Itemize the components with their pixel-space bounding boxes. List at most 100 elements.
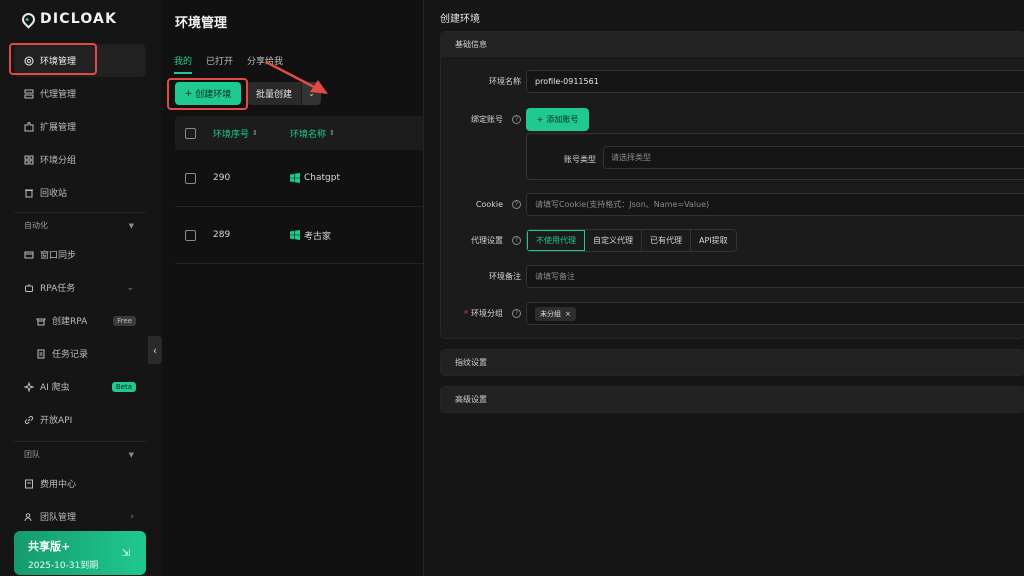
- env-name-input[interactable]: profile-0911561: [526, 70, 1024, 93]
- column-header-name[interactable]: 环境名称 ⇕: [290, 127, 335, 140]
- window-icon: [24, 250, 34, 260]
- field-label-text: 环境分组: [471, 309, 503, 318]
- chevron-left-icon: ‹: [152, 343, 158, 357]
- group-icon: [24, 155, 34, 165]
- proxy-icon: [24, 89, 34, 99]
- field-group: * 环境分组 ? 未分组 ×: [441, 302, 1024, 325]
- sidebar-item-rpa[interactable]: RPA任务 ⌄: [14, 271, 146, 304]
- toolbar: + 创建环境 批量创建 ⌄: [175, 82, 322, 105]
- tab-mine[interactable]: 我的: [174, 54, 193, 74]
- row-name: 考古家: [290, 229, 331, 242]
- help-icon[interactable]: ?: [512, 200, 521, 209]
- sidebar-item-groups[interactable]: 环境分组: [14, 143, 146, 176]
- advanced-section: 高级设置: [440, 386, 1024, 413]
- section-team[interactable]: 团队 ▼: [14, 441, 146, 467]
- select-all-checkbox[interactable]: [185, 127, 196, 139]
- chevron-down-icon[interactable]: ⌄: [301, 82, 322, 105]
- row-name: Chatgpt: [290, 173, 340, 183]
- field-bind-account: 绑定账号 ? + 添加账号: [441, 108, 1024, 131]
- add-account-button[interactable]: + 添加账号: [526, 108, 589, 131]
- sidebar-item-task-log[interactable]: 任务记录: [14, 337, 146, 370]
- logo-icon: [19, 9, 38, 29]
- basic-info-section: 基础信息 环境名称 profile-0911561 绑定账号 ? + 添加账号 …: [440, 31, 1024, 339]
- tab-shared[interactable]: 分享给我: [247, 54, 283, 74]
- cookie-input[interactable]: 请填写Cookie(支持格式：Json、Name=Value): [526, 193, 1024, 216]
- close-icon[interactable]: ×: [565, 310, 571, 318]
- sidebar-item-ai-crawler[interactable]: AI 爬虫 Beta: [14, 370, 146, 403]
- field-label: 绑定账号 ?: [471, 114, 521, 125]
- plan-name: 共享版+: [28, 540, 71, 553]
- sidebar-item-billing[interactable]: 费用中心: [14, 467, 146, 500]
- sidebar-item-create-rpa[interactable]: 创建RPA Free: [14, 304, 146, 337]
- brand-name: DICLOAK: [40, 11, 118, 27]
- column-label: 环境序号: [213, 129, 250, 140]
- tab-opened[interactable]: 已打开: [206, 54, 233, 74]
- section-header[interactable]: 指纹设置: [441, 350, 1024, 375]
- section-header[interactable]: 基础信息: [441, 32, 1024, 57]
- proxy-option-existing[interactable]: 已有代理: [642, 230, 691, 251]
- help-icon[interactable]: ?: [512, 309, 521, 318]
- account-type-select[interactable]: 请选择类型: [603, 146, 1024, 169]
- panel-title: 创建环境: [440, 14, 480, 25]
- free-badge: Free: [113, 315, 136, 326]
- automation-nav: 自动化 ▼ 窗口同步 RPA任务 ⌄ 创建RPA Free 任务记录 AI 爬虫…: [14, 212, 146, 436]
- chrome-icon: [24, 55, 34, 66]
- sidebar-item-label: 窗口同步: [40, 251, 77, 261]
- field-cookie: Cookie ? 请填写Cookie(支持格式：Json、Name=Value): [441, 193, 1024, 216]
- sidebar-item-extensions[interactable]: 扩展管理: [14, 110, 146, 143]
- table-row[interactable]: 289 考古家: [175, 207, 424, 264]
- batch-create-button[interactable]: 批量创建 ⌄: [247, 82, 322, 105]
- sidebar-item-team-manage[interactable]: 团队管理 ›: [14, 500, 146, 533]
- billing-icon: [24, 479, 34, 489]
- link-icon: [24, 415, 34, 425]
- plus-icon: +: [536, 115, 544, 124]
- sidebar-item-window-sync[interactable]: 窗口同步: [14, 238, 146, 271]
- create-environment-button[interactable]: + 创建环境: [175, 82, 241, 105]
- sparkle-icon: [24, 381, 34, 392]
- help-icon[interactable]: ?: [512, 236, 521, 245]
- sidebar-item-open-api[interactable]: 开放API: [14, 403, 146, 436]
- section-automation[interactable]: 自动化 ▼: [14, 212, 146, 238]
- group-select[interactable]: 未分组 ×: [526, 302, 1024, 325]
- page-title: 环境管理: [175, 16, 228, 31]
- note-input[interactable]: 请填写备注: [526, 265, 1024, 288]
- column-header-id[interactable]: 环境序号 ⇕: [213, 127, 258, 140]
- puzzle-icon: [24, 121, 34, 132]
- row-id: 290: [213, 173, 231, 183]
- column-label: 环境名称: [290, 129, 327, 140]
- caret-down-icon: ▼: [128, 221, 134, 230]
- sidebar-item-label: AI 爬虫: [40, 383, 70, 393]
- caret-down-icon: ▼: [128, 450, 134, 459]
- logo: DICLOAK: [19, 9, 118, 29]
- sidebar-item-trash[interactable]: 回收站: [14, 176, 146, 209]
- windows-icon: [290, 230, 300, 240]
- sidebar-item-environments[interactable]: 环境管理: [14, 44, 146, 77]
- field-note: 环境备注 请填写备注: [441, 265, 1024, 288]
- help-icon[interactable]: ?: [512, 115, 521, 124]
- row-checkbox[interactable]: [185, 172, 196, 184]
- row-name-text: 考古家: [304, 231, 332, 242]
- row-checkbox[interactable]: [185, 229, 196, 241]
- windows-icon: [290, 173, 300, 183]
- sidebar-item-label: 创建RPA: [52, 317, 88, 327]
- table-row[interactable]: 290 Chatgpt: [175, 150, 424, 207]
- sidebar-item-proxies[interactable]: 代理管理: [14, 77, 146, 110]
- plan-card[interactable]: 共享版+ 2025-10-31到期 ⇲: [14, 531, 146, 575]
- sidebar-item-label: 回收站: [40, 189, 68, 199]
- proxy-option-api[interactable]: API提取: [691, 230, 736, 251]
- proxy-option-custom[interactable]: 自定义代理: [585, 230, 642, 251]
- account-type-box: 账号类型 请选择类型: [526, 133, 1024, 180]
- button-label: 批量创建: [256, 90, 293, 100]
- section-header[interactable]: 高级设置: [441, 387, 1024, 412]
- proxy-option-none[interactable]: 不使用代理: [527, 230, 585, 251]
- sidebar-collapse-button[interactable]: ‹: [148, 336, 162, 364]
- table-header: 环境序号 ⇕ 环境名称 ⇕: [175, 116, 424, 150]
- field-env-name: 环境名称 profile-0911561: [441, 70, 1024, 93]
- tag-label: 未分组: [540, 309, 561, 318]
- plan-expiry: 2025-10-31到期: [28, 561, 99, 571]
- field-label: Cookie ?: [476, 200, 521, 209]
- sidebar: DICLOAK 环境管理 代理管理 扩展管理 环境分组 回收站 自动化 ▼ 窗口…: [0, 0, 160, 576]
- plus-icon: +: [184, 88, 193, 99]
- sidebar-item-label: 扩展管理: [40, 123, 77, 133]
- trash-icon: [24, 188, 34, 198]
